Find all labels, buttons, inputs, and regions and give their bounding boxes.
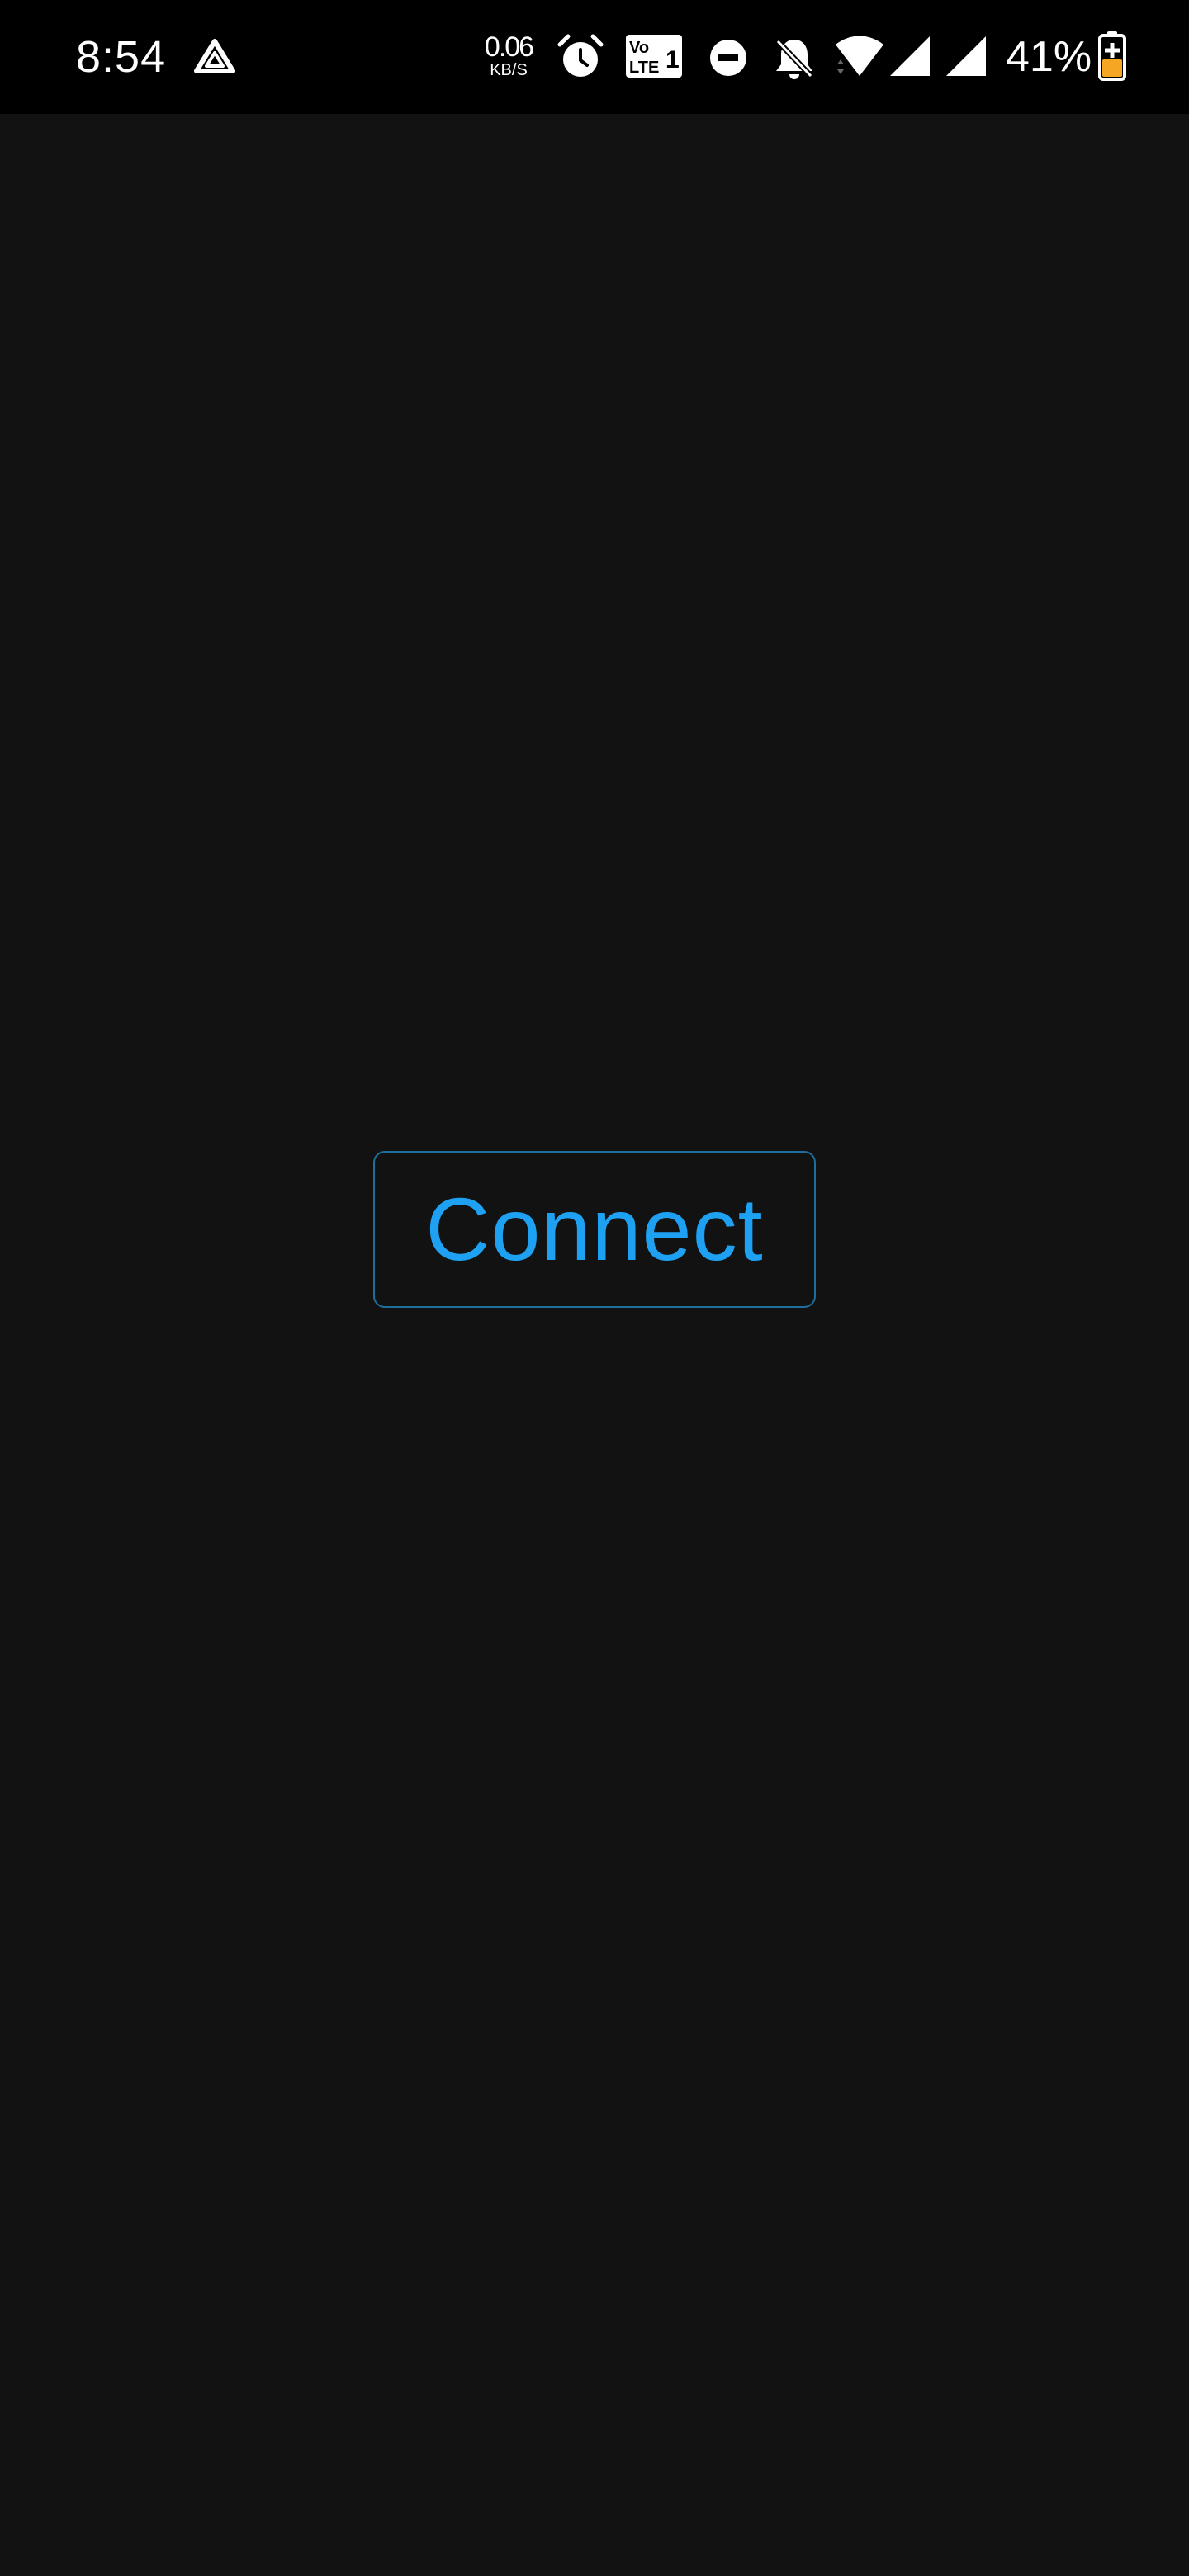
wifi-icon [836,36,883,76]
signal-icon [890,36,930,76]
battery-percent: 41% [1006,33,1092,81]
bell-off-icon [775,39,813,79]
status-bar: 8:54 0.06 KB/S Vo LTE 1 41% [0,0,1189,114]
volte-sim-text: 1 [666,46,680,73]
battery-charging-icon [1098,31,1126,81]
volte-icon: Vo LTE 1 [626,35,682,78]
connect-button[interactable]: Connect [373,1151,816,1308]
alarm-icon [557,34,604,77]
network-speed-value: 0.06 [484,31,534,63]
signal-icon [946,36,986,76]
do-not-disturb-icon [710,40,746,76]
volte-top-text: Vo [629,39,649,57]
main-content [0,114,1189,2576]
volte-bottom-text: LTE [629,59,659,77]
status-time: 8:54 [76,32,167,82]
drive-icon [194,39,235,73]
network-speed: 0.06 KB/S [479,33,538,79]
network-speed-unit: KB/S [490,61,528,79]
